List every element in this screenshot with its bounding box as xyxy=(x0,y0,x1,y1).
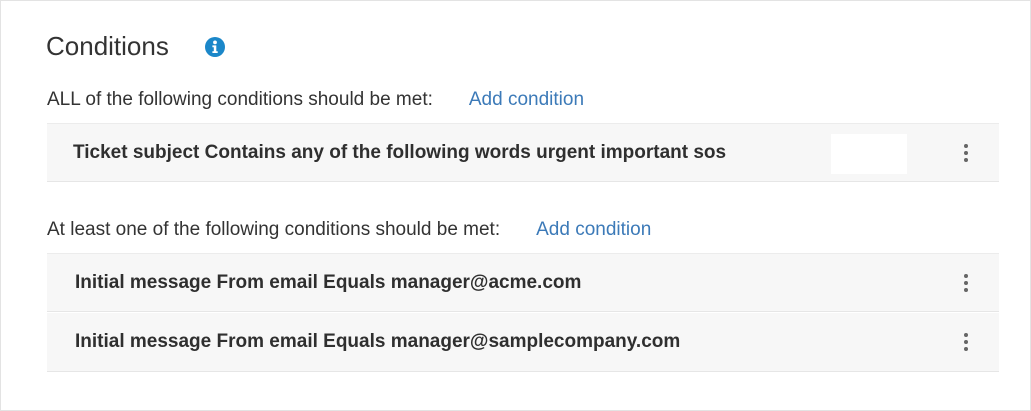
condition-row: Initial message From email Equals manage… xyxy=(47,253,999,312)
row-blank-area xyxy=(831,134,907,174)
more-options-icon[interactable] xyxy=(959,254,973,311)
add-condition-all-link[interactable]: Add condition xyxy=(469,89,584,111)
condition-row: Initial message From email Equals manage… xyxy=(47,313,999,372)
any-conditions-header: At least one of the following conditions… xyxy=(47,219,651,241)
all-conditions-label: ALL of the following conditions should b… xyxy=(47,89,433,110)
section-title: Conditions xyxy=(46,31,169,61)
add-condition-any-link[interactable]: Add condition xyxy=(536,219,651,241)
conditions-panel: Conditions ALL of the following conditio… xyxy=(0,0,1031,411)
condition-text: Ticket subject Contains any of the follo… xyxy=(73,141,727,163)
condition-row: Ticket subject Contains any of the follo… xyxy=(47,123,999,182)
all-conditions-header: ALL of the following conditions should b… xyxy=(47,89,584,111)
condition-text: Initial message From email Equals manage… xyxy=(75,271,582,293)
any-conditions-label: At least one of the following conditions… xyxy=(47,219,501,240)
info-icon[interactable] xyxy=(204,36,225,57)
section-header: Conditions xyxy=(46,31,225,62)
condition-text: Initial message From email Equals manage… xyxy=(75,331,681,352)
more-options-icon[interactable] xyxy=(959,313,973,371)
more-options-icon[interactable] xyxy=(959,124,973,181)
